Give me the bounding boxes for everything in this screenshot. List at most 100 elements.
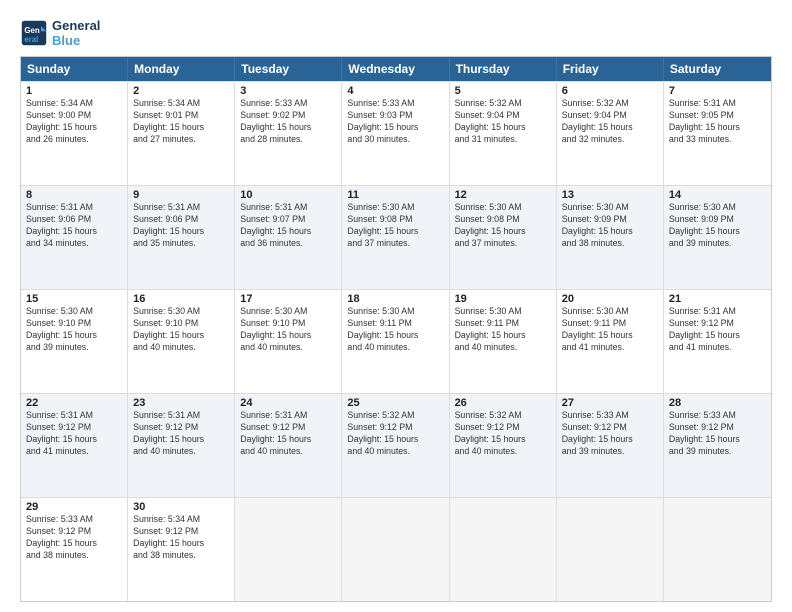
calendar-cell: 18Sunrise: 5:30 AMSunset: 9:11 PMDayligh… xyxy=(342,290,449,393)
day-info: Sunrise: 5:30 AMSunset: 9:09 PMDaylight:… xyxy=(562,202,658,250)
day-number: 11 xyxy=(347,189,443,201)
calendar-cell: 29Sunrise: 5:33 AMSunset: 9:12 PMDayligh… xyxy=(21,498,128,601)
calendar-cell: 7Sunrise: 5:31 AMSunset: 9:05 PMDaylight… xyxy=(664,82,771,185)
calendar-cell: 8Sunrise: 5:31 AMSunset: 9:06 PMDaylight… xyxy=(21,186,128,289)
calendar-cell: 5Sunrise: 5:32 AMSunset: 9:04 PMDaylight… xyxy=(450,82,557,185)
calendar-cell xyxy=(235,498,342,601)
calendar-cell xyxy=(664,498,771,601)
day-number: 27 xyxy=(562,397,658,409)
day-number: 6 xyxy=(562,85,658,97)
day-number: 28 xyxy=(669,397,766,409)
calendar-cell: 30Sunrise: 5:34 AMSunset: 9:12 PMDayligh… xyxy=(128,498,235,601)
weekday-header: Sunday xyxy=(21,57,128,81)
weekday-header: Friday xyxy=(557,57,664,81)
calendar-row: 1Sunrise: 5:34 AMSunset: 9:00 PMDaylight… xyxy=(21,81,771,185)
calendar-header: SundayMondayTuesdayWednesdayThursdayFrid… xyxy=(21,57,771,81)
weekday-header: Monday xyxy=(128,57,235,81)
calendar-cell: 22Sunrise: 5:31 AMSunset: 9:12 PMDayligh… xyxy=(21,394,128,497)
calendar-cell: 23Sunrise: 5:31 AMSunset: 9:12 PMDayligh… xyxy=(128,394,235,497)
day-number: 12 xyxy=(455,189,551,201)
day-info: Sunrise: 5:30 AMSunset: 9:08 PMDaylight:… xyxy=(347,202,443,250)
calendar-row: 15Sunrise: 5:30 AMSunset: 9:10 PMDayligh… xyxy=(21,289,771,393)
day-info: Sunrise: 5:31 AMSunset: 9:06 PMDaylight:… xyxy=(133,202,229,250)
day-number: 2 xyxy=(133,85,229,97)
day-number: 10 xyxy=(240,189,336,201)
calendar-cell: 17Sunrise: 5:30 AMSunset: 9:10 PMDayligh… xyxy=(235,290,342,393)
calendar-cell: 27Sunrise: 5:33 AMSunset: 9:12 PMDayligh… xyxy=(557,394,664,497)
day-info: Sunrise: 5:33 AMSunset: 9:02 PMDaylight:… xyxy=(240,98,336,146)
day-number: 14 xyxy=(669,189,766,201)
day-info: Sunrise: 5:32 AMSunset: 9:12 PMDaylight:… xyxy=(455,410,551,458)
svg-text:eral: eral xyxy=(24,35,38,44)
calendar-row: 8Sunrise: 5:31 AMSunset: 9:06 PMDaylight… xyxy=(21,185,771,289)
svg-text:Gen: Gen xyxy=(24,26,39,35)
calendar-cell: 25Sunrise: 5:32 AMSunset: 9:12 PMDayligh… xyxy=(342,394,449,497)
day-number: 5 xyxy=(455,85,551,97)
day-info: Sunrise: 5:30 AMSunset: 9:11 PMDaylight:… xyxy=(562,306,658,354)
header: Gen eral General Blue xyxy=(20,18,772,48)
calendar-cell: 15Sunrise: 5:30 AMSunset: 9:10 PMDayligh… xyxy=(21,290,128,393)
day-info: Sunrise: 5:30 AMSunset: 9:11 PMDaylight:… xyxy=(347,306,443,354)
day-info: Sunrise: 5:33 AMSunset: 9:12 PMDaylight:… xyxy=(26,514,122,562)
day-info: Sunrise: 5:31 AMSunset: 9:12 PMDaylight:… xyxy=(240,410,336,458)
day-info: Sunrise: 5:31 AMSunset: 9:12 PMDaylight:… xyxy=(669,306,766,354)
calendar-cell: 20Sunrise: 5:30 AMSunset: 9:11 PMDayligh… xyxy=(557,290,664,393)
calendar-cell: 14Sunrise: 5:30 AMSunset: 9:09 PMDayligh… xyxy=(664,186,771,289)
day-number: 17 xyxy=(240,293,336,305)
calendar-cell: 28Sunrise: 5:33 AMSunset: 9:12 PMDayligh… xyxy=(664,394,771,497)
day-info: Sunrise: 5:32 AMSunset: 9:12 PMDaylight:… xyxy=(347,410,443,458)
day-number: 26 xyxy=(455,397,551,409)
calendar-cell xyxy=(342,498,449,601)
day-number: 21 xyxy=(669,293,766,305)
calendar-cell: 6Sunrise: 5:32 AMSunset: 9:04 PMDaylight… xyxy=(557,82,664,185)
day-info: Sunrise: 5:30 AMSunset: 9:11 PMDaylight:… xyxy=(455,306,551,354)
day-info: Sunrise: 5:31 AMSunset: 9:07 PMDaylight:… xyxy=(240,202,336,250)
day-info: Sunrise: 5:30 AMSunset: 9:10 PMDaylight:… xyxy=(240,306,336,354)
day-info: Sunrise: 5:30 AMSunset: 9:10 PMDaylight:… xyxy=(133,306,229,354)
day-info: Sunrise: 5:31 AMSunset: 9:06 PMDaylight:… xyxy=(26,202,122,250)
calendar-cell: 21Sunrise: 5:31 AMSunset: 9:12 PMDayligh… xyxy=(664,290,771,393)
day-number: 30 xyxy=(133,501,229,513)
day-number: 22 xyxy=(26,397,122,409)
day-number: 23 xyxy=(133,397,229,409)
day-info: Sunrise: 5:30 AMSunset: 9:09 PMDaylight:… xyxy=(669,202,766,250)
day-info: Sunrise: 5:33 AMSunset: 9:12 PMDaylight:… xyxy=(669,410,766,458)
weekday-header: Wednesday xyxy=(342,57,449,81)
weekday-header: Tuesday xyxy=(235,57,342,81)
weekday-header: Saturday xyxy=(664,57,771,81)
day-info: Sunrise: 5:31 AMSunset: 9:12 PMDaylight:… xyxy=(133,410,229,458)
day-info: Sunrise: 5:30 AMSunset: 9:10 PMDaylight:… xyxy=(26,306,122,354)
calendar-cell xyxy=(557,498,664,601)
day-info: Sunrise: 5:32 AMSunset: 9:04 PMDaylight:… xyxy=(455,98,551,146)
day-number: 13 xyxy=(562,189,658,201)
calendar-cell: 13Sunrise: 5:30 AMSunset: 9:09 PMDayligh… xyxy=(557,186,664,289)
calendar: SundayMondayTuesdayWednesdayThursdayFrid… xyxy=(20,56,772,602)
day-info: Sunrise: 5:30 AMSunset: 9:08 PMDaylight:… xyxy=(455,202,551,250)
day-info: Sunrise: 5:31 AMSunset: 9:12 PMDaylight:… xyxy=(26,410,122,458)
day-info: Sunrise: 5:34 AMSunset: 9:00 PMDaylight:… xyxy=(26,98,122,146)
calendar-cell: 4Sunrise: 5:33 AMSunset: 9:03 PMDaylight… xyxy=(342,82,449,185)
calendar-cell: 24Sunrise: 5:31 AMSunset: 9:12 PMDayligh… xyxy=(235,394,342,497)
day-info: Sunrise: 5:33 AMSunset: 9:03 PMDaylight:… xyxy=(347,98,443,146)
calendar-cell: 2Sunrise: 5:34 AMSunset: 9:01 PMDaylight… xyxy=(128,82,235,185)
calendar-row: 29Sunrise: 5:33 AMSunset: 9:12 PMDayligh… xyxy=(21,497,771,601)
logo-text: General Blue xyxy=(52,18,100,48)
day-number: 18 xyxy=(347,293,443,305)
day-info: Sunrise: 5:34 AMSunset: 9:01 PMDaylight:… xyxy=(133,98,229,146)
day-number: 29 xyxy=(26,501,122,513)
day-number: 25 xyxy=(347,397,443,409)
day-number: 9 xyxy=(133,189,229,201)
day-number: 19 xyxy=(455,293,551,305)
logo: Gen eral General Blue xyxy=(20,18,100,48)
calendar-body: 1Sunrise: 5:34 AMSunset: 9:00 PMDaylight… xyxy=(21,81,771,601)
calendar-cell: 1Sunrise: 5:34 AMSunset: 9:00 PMDaylight… xyxy=(21,82,128,185)
calendar-cell: 3Sunrise: 5:33 AMSunset: 9:02 PMDaylight… xyxy=(235,82,342,185)
calendar-row: 22Sunrise: 5:31 AMSunset: 9:12 PMDayligh… xyxy=(21,393,771,497)
day-info: Sunrise: 5:32 AMSunset: 9:04 PMDaylight:… xyxy=(562,98,658,146)
calendar-cell: 12Sunrise: 5:30 AMSunset: 9:08 PMDayligh… xyxy=(450,186,557,289)
calendar-cell xyxy=(450,498,557,601)
day-info: Sunrise: 5:34 AMSunset: 9:12 PMDaylight:… xyxy=(133,514,229,562)
page: Gen eral General Blue SundayMondayTuesda… xyxy=(0,0,792,612)
calendar-cell: 11Sunrise: 5:30 AMSunset: 9:08 PMDayligh… xyxy=(342,186,449,289)
calendar-cell: 9Sunrise: 5:31 AMSunset: 9:06 PMDaylight… xyxy=(128,186,235,289)
